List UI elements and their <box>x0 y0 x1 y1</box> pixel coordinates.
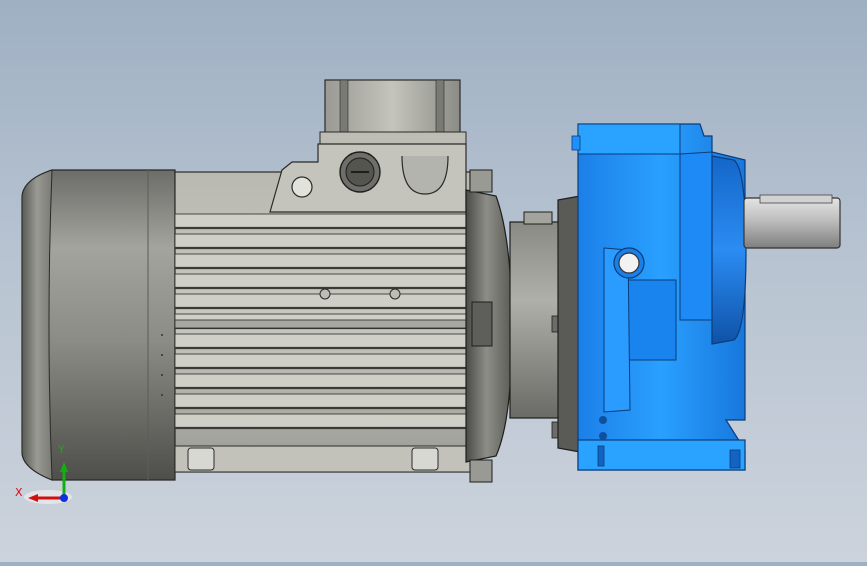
cooling-fin <box>174 253 467 269</box>
coupling-adapter <box>509 195 581 453</box>
oil-plug[interactable] <box>618 252 640 274</box>
z-axis-dot <box>60 494 68 502</box>
y-axis-label: Y <box>58 443 65 456</box>
gearbox-boss <box>627 279 677 361</box>
fan-cover-dot <box>161 374 163 376</box>
cooling-fin <box>174 233 467 249</box>
housing-bolt <box>389 288 401 300</box>
motor-fan-cover-face <box>21 169 53 481</box>
planetary-gearbox[interactable] <box>571 123 747 471</box>
terminal-box-rib <box>435 79 445 139</box>
x-axis-label: X <box>15 486 23 499</box>
adapter-ring <box>557 195 581 453</box>
cooling-fin <box>174 273 467 289</box>
lifting-eye-hole <box>291 176 313 198</box>
terminal-box-rib <box>339 79 349 139</box>
model-canvas[interactable] <box>0 0 867 562</box>
flange-bolt-bottom <box>469 459 493 483</box>
gearbox-side-rib <box>679 151 713 321</box>
flange-boss <box>471 301 493 347</box>
housing-bolt <box>319 288 331 300</box>
fan-cover-dot <box>161 394 163 396</box>
shaft-body <box>743 197 841 249</box>
output-bearing-housing <box>711 155 747 345</box>
foot-bolt <box>411 447 439 471</box>
electric-motor[interactable] <box>21 79 513 483</box>
gearbox-lug <box>571 135 581 151</box>
cooling-fin <box>174 413 467 429</box>
gearbox-top-plate <box>577 123 681 155</box>
fan-cover-dot <box>161 354 163 356</box>
gearbox-bolt <box>599 432 607 440</box>
cad-viewport[interactable]: Y X <box>0 0 867 562</box>
foot-bolt <box>187 447 215 471</box>
adapter-plug-top <box>523 211 553 225</box>
housing-tie-rod <box>174 319 471 329</box>
cooling-fin <box>174 373 467 389</box>
foot-slot <box>597 445 605 467</box>
cooling-fin <box>174 353 467 369</box>
shaft-keyway <box>759 194 833 204</box>
output-shaft[interactable] <box>743 194 841 249</box>
cooling-fin <box>174 393 467 409</box>
fan-cover-dot <box>161 334 163 336</box>
terminal-box-lip <box>319 131 467 145</box>
gearbox-bolt <box>599 416 607 424</box>
cooling-fin <box>174 213 467 229</box>
flange-bolt-top <box>469 169 493 193</box>
foot-slot <box>729 449 741 469</box>
cooling-fin <box>174 333 467 349</box>
